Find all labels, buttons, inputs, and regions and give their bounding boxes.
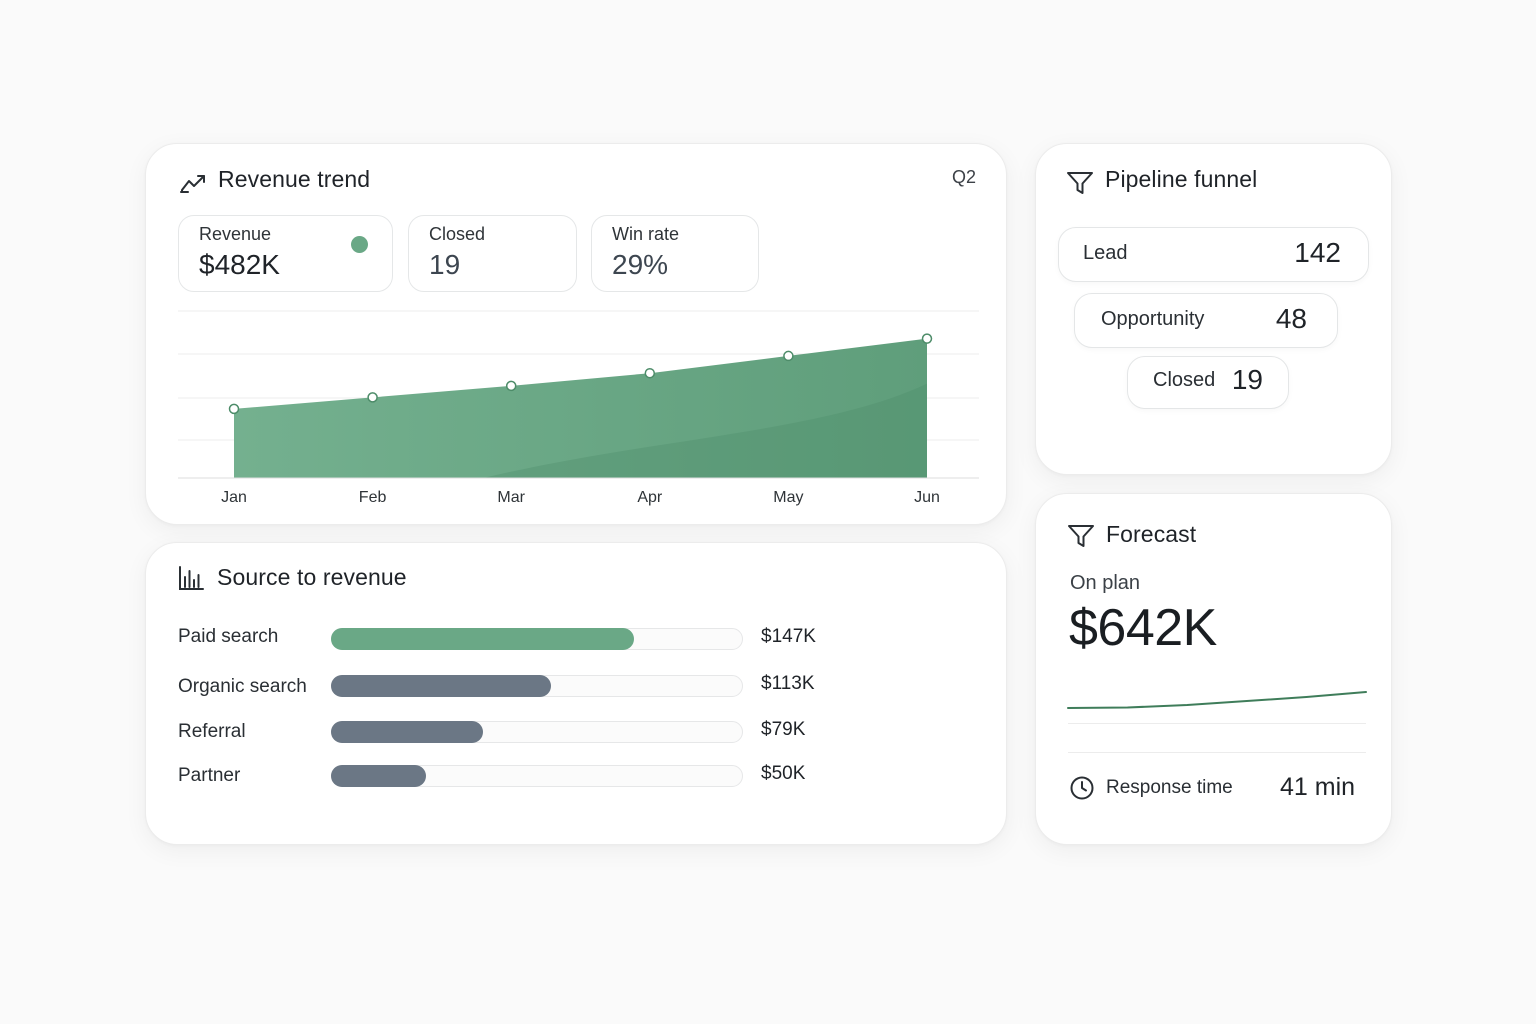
source-row: Referral $79K <box>146 717 1008 747</box>
source-bar-track <box>331 765 743 787</box>
source-value: $79K <box>761 719 806 740</box>
data-point <box>644 367 656 379</box>
source-label: Paid search <box>178 626 279 647</box>
forecast-line <box>1067 691 1367 709</box>
funnel-stage-closed[interactable]: Closed 19 <box>1127 356 1289 409</box>
data-point <box>505 380 517 392</box>
source-bar <box>331 675 552 697</box>
data-point <box>921 333 933 344</box>
stage-value: 48 <box>1275 303 1307 334</box>
clock-icon <box>1070 776 1094 800</box>
forecast-title: Forecast <box>1106 521 1197 547</box>
source-bar <box>331 721 484 743</box>
stage-label: Opportunity <box>1101 308 1205 330</box>
x-tick-label: Mar <box>497 489 525 506</box>
source-label: Organic search <box>178 676 307 697</box>
stage-label: Closed <box>1153 369 1216 391</box>
x-tick-label: May <box>773 489 803 506</box>
source-bar-track <box>331 675 743 697</box>
forecast-card: Forecast On plan $642K Response time 41 … <box>1035 493 1392 845</box>
stage-value: 142 <box>1294 237 1341 268</box>
source-to-revenue-card: Source to revenue Paid search $147K Orga… <box>145 542 1007 845</box>
source-row: Organic search $113K <box>146 671 1008 701</box>
x-tick-label: Apr <box>637 489 663 506</box>
forecast-subtitle: On plan <box>1070 572 1141 594</box>
pipeline-funnel-title: Pipeline funnel <box>1105 166 1258 192</box>
response-time-label: Response time <box>1106 777 1233 798</box>
funnel-stage-lead[interactable]: Lead 142 <box>1058 227 1369 282</box>
divider <box>1068 723 1366 724</box>
pipeline-funnel-card: Pipeline funnel Lead 142 Opportunity 48 … <box>1035 143 1392 475</box>
stage-label: Lead <box>1083 242 1128 264</box>
source-bar <box>331 765 426 787</box>
source-bar-track <box>331 628 743 650</box>
source-label: Referral <box>178 721 246 742</box>
revenue-area-chart: Jan Feb Mar Apr May Jun <box>178 310 979 506</box>
x-tick-label: Jun <box>914 489 940 506</box>
data-point <box>783 350 794 362</box>
source-label: Partner <box>178 765 241 786</box>
source-bar-track <box>331 721 743 743</box>
x-tick-label: Jan <box>221 489 247 506</box>
source-row: Partner $50K <box>146 761 1008 791</box>
divider <box>1068 752 1366 753</box>
stage-value: 19 <box>1231 364 1263 395</box>
source-value: $50K <box>761 763 806 784</box>
data-point <box>367 392 378 403</box>
source-value: $113K <box>761 673 815 694</box>
source-bar <box>331 628 634 650</box>
data-point <box>228 403 240 415</box>
x-tick-label: Feb <box>359 489 387 506</box>
source-row: Paid search $147K <box>146 624 1008 654</box>
funnel-icon <box>1068 525 1094 547</box>
funnel-icon <box>1067 172 1093 194</box>
source-value: $147K <box>761 626 816 647</box>
funnel-stage-opportunity[interactable]: Opportunity 48 <box>1074 293 1338 348</box>
source-to-revenue-title: Source to revenue <box>217 564 407 590</box>
revenue-trend-card: Revenue trend Q2 Revenue $482K Closed 19… <box>145 143 1007 525</box>
response-time-value: 41 min <box>1280 773 1356 801</box>
bar-chart-icon <box>179 566 204 590</box>
forecast-sparkline <box>1067 691 1367 709</box>
forecast-value: $642K <box>1069 599 1217 657</box>
